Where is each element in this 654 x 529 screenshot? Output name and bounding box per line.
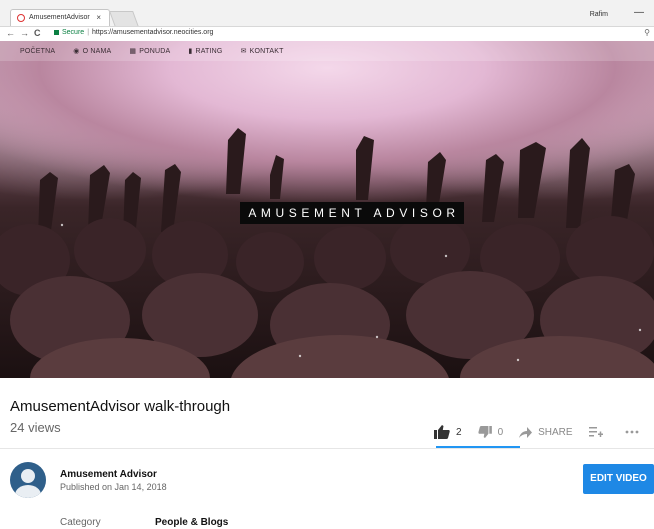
view-count: 24 views (10, 420, 61, 435)
secure-label: Secure (62, 29, 85, 36)
more-actions-button[interactable] (625, 430, 645, 434)
add-to-playlist-button[interactable] (588, 427, 609, 437)
favicon-icon (17, 14, 25, 22)
like-button[interactable]: 2 (434, 425, 462, 439)
forward-icon[interactable]: → (20, 28, 29, 38)
url-text: https://amusementadvisor.neocities.org (92, 29, 214, 36)
address-bar[interactable]: ← → C Secure | https://amusementadvisor.ne… (0, 26, 654, 41)
avatar[interactable] (10, 462, 46, 498)
video-title: AmusementAdvisor walk-through (10, 398, 231, 415)
nav-item-ponuda[interactable]: ▦ PONUDA (129, 47, 170, 55)
dislike-count: 0 (497, 426, 504, 438)
thumbs-up-icon (434, 425, 450, 439)
browser-user-label[interactable]: Rafim (590, 11, 608, 18)
envelope-icon: ✉ (240, 48, 247, 55)
url-field[interactable]: Secure | https://amusementadvisor.neocitie… (54, 29, 650, 39)
share-button[interactable]: SHARE (519, 426, 573, 438)
tab-close-icon[interactable]: × (96, 13, 101, 22)
share-label: SHARE (538, 426, 573, 438)
nav-item-rating[interactable]: ▮ RATING (188, 47, 222, 55)
nav-item-o-nama[interactable]: ◉ O NAMA (73, 47, 111, 55)
edit-video-button[interactable]: EDIT VIDEO (583, 464, 654, 494)
video-player[interactable]: AmusementAdvisor × Rafim — ← → C Secure |… (0, 0, 654, 378)
thumbs-down-icon (477, 426, 492, 438)
reload-icon[interactable]: C (34, 28, 41, 38)
nav-item-pocetna[interactable]: POČETNA (20, 48, 55, 55)
divider (0, 448, 654, 449)
share-icon (519, 426, 533, 438)
playlist-add-icon (588, 427, 603, 437)
video-actions: 2 0 SHARE (434, 420, 654, 444)
user-avatar-icon (10, 462, 46, 498)
lock-icon (54, 29, 59, 35)
category-value[interactable]: People & Blogs (155, 517, 228, 528)
dislike-button[interactable]: 0 (477, 426, 504, 438)
hero-title: AMUSEMENT ADVISOR (240, 202, 464, 224)
category-label: Category (60, 517, 101, 528)
tab-title: AmusementAdvisor (29, 14, 90, 21)
nav-item-kontakt[interactable]: ✉ KONTAKT (241, 47, 284, 55)
document-icon: ▮ (188, 48, 193, 55)
like-count: 2 (456, 426, 462, 438)
minimize-icon[interactable]: — (634, 7, 644, 18)
back-icon[interactable]: ← (6, 28, 15, 38)
browser-tab[interactable]: AmusementAdvisor × (10, 9, 110, 26)
grid-icon: ▦ (129, 48, 137, 55)
browser-chrome: AmusementAdvisor × Rafim — ← → C Secure |… (0, 0, 654, 41)
site-nav: POČETNA ◉ O NAMA ▦ PONUDA ▮ RATING ✉ KONTAKT (0, 41, 654, 61)
more-icon (625, 430, 638, 434)
people-icon: ◉ (73, 48, 80, 55)
publish-date: Published on Jan 14, 2018 (60, 482, 167, 492)
new-tab-button[interactable] (109, 11, 139, 27)
channel-name[interactable]: Amusement Advisor (60, 469, 157, 480)
search-icon[interactable]: ⚲ (644, 28, 650, 37)
